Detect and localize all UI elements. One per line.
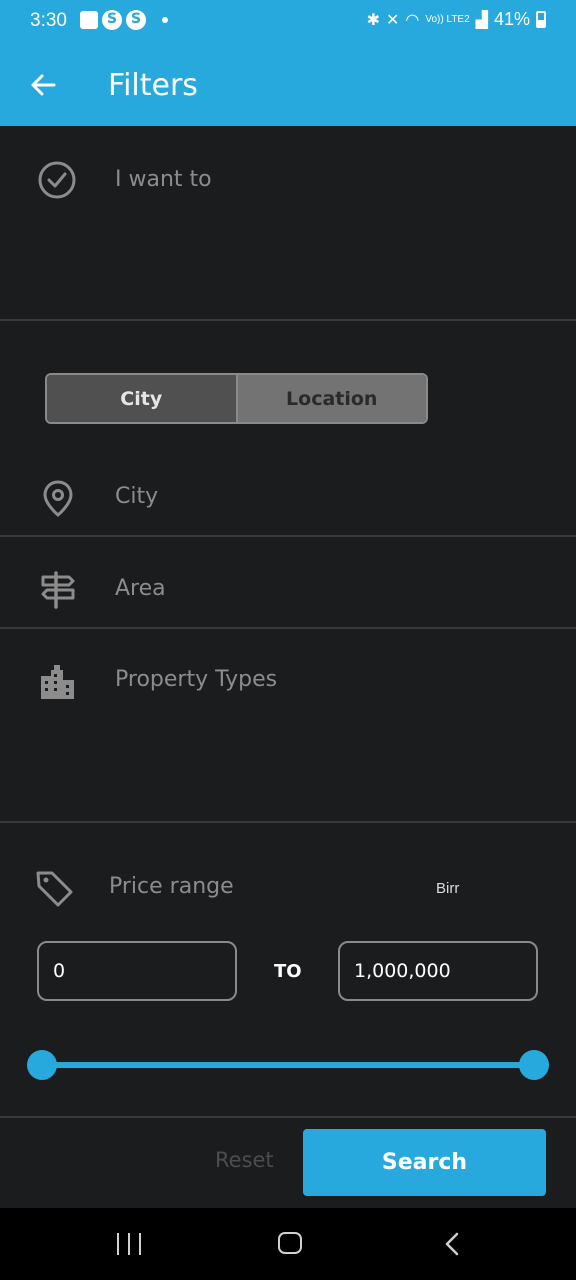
reset-button[interactable]: Reset: [215, 1148, 274, 1172]
property-types-select[interactable]: Property Types: [115, 667, 277, 692]
area-select[interactable]: Area: [115, 576, 166, 601]
page-title: Filters: [108, 68, 198, 103]
city-location-toggle: City Location: [45, 373, 428, 424]
divider: [0, 535, 576, 537]
i-want-to-select[interactable]: I want to: [115, 167, 212, 192]
search-button[interactable]: Search: [303, 1129, 546, 1196]
status-bar: 3:30 ✱ ✕ ◠ Vo)) LTE2 ▟ 41%: [0, 0, 576, 44]
price-slider-track[interactable]: [42, 1062, 534, 1068]
home-icon[interactable]: [278, 1232, 302, 1254]
divider: [0, 319, 576, 321]
segment-location[interactable]: Location: [235, 375, 426, 422]
max-price-input[interactable]: 1,000,000: [338, 941, 538, 1001]
app-bar: Filters: [0, 44, 576, 126]
arrow-left-icon[interactable]: [28, 70, 58, 100]
buildings-icon: [41, 665, 74, 699]
notification-icons: [80, 10, 168, 30]
app-notification-icon: [126, 10, 146, 30]
gallery-notification-icon: [80, 11, 98, 29]
more-notifications-icon: [162, 17, 168, 23]
back-icon[interactable]: [442, 1232, 462, 1256]
to-label: TO: [274, 961, 302, 982]
battery-percent: 41%: [493, 9, 530, 29]
battery-icon: [536, 11, 546, 28]
signal-icon: ▟: [475, 10, 488, 29]
signpost-icon: [41, 571, 75, 609]
recent-apps-icon[interactable]: [117, 1233, 141, 1255]
system-icons: ✱ ✕ ◠ Vo)) LTE2 ▟ 41%: [367, 9, 546, 30]
bluetooth-icon: ✱: [366, 10, 380, 29]
app-notification-icon: [102, 10, 122, 30]
price-slider-max-handle[interactable]: [519, 1050, 549, 1080]
check-circle-icon: [38, 161, 76, 199]
tag-icon: [36, 871, 73, 907]
divider: [0, 821, 576, 823]
mute-icon: ✕: [386, 10, 400, 29]
min-price-input[interactable]: 0: [37, 941, 237, 1001]
divider: [0, 1116, 576, 1118]
segment-city[interactable]: City: [47, 375, 236, 422]
price-slider-min-handle[interactable]: [27, 1050, 57, 1080]
network-type: Vo)) LTE2: [425, 13, 470, 25]
map-pin-icon: [43, 480, 73, 517]
currency-unit: Birr: [436, 880, 460, 897]
price-range-label: Price range: [109, 874, 234, 899]
status-time: 3:30: [30, 10, 67, 31]
city-select[interactable]: City: [115, 484, 158, 509]
wifi-icon: ◠: [405, 10, 420, 29]
system-nav-bar: [0, 1208, 576, 1280]
divider: [0, 627, 576, 629]
